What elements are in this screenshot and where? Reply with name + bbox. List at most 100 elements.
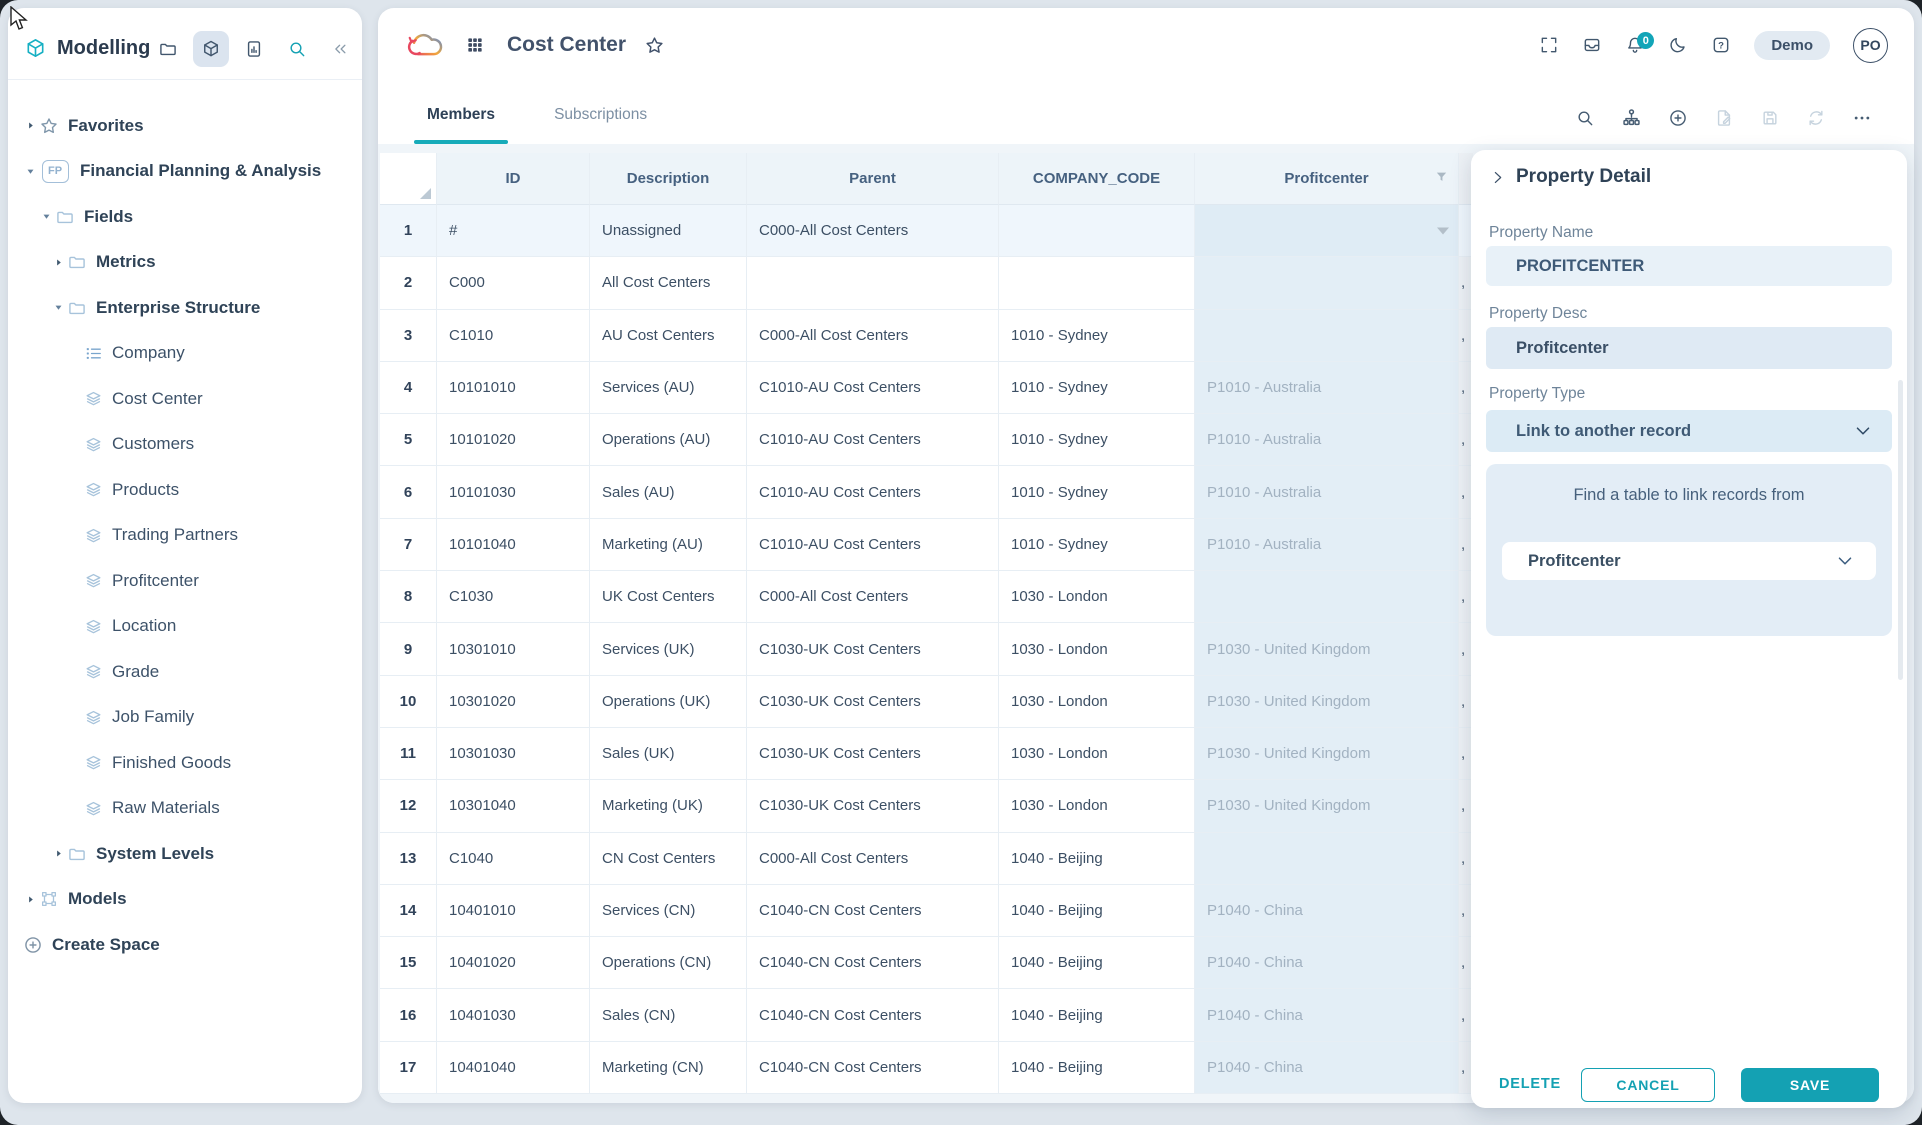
row-number-cell[interactable]: 17 — [380, 1042, 437, 1094]
fullscreen-button[interactable] — [1539, 35, 1559, 55]
row-number-cell[interactable]: 11 — [380, 728, 437, 780]
property-desc-input[interactable]: Profitcenter — [1486, 327, 1892, 369]
row-number-cell[interactable]: 3 — [380, 310, 437, 362]
id-cell[interactable]: C1010 — [437, 310, 590, 362]
row-number-cell[interactable]: 1 — [380, 205, 437, 257]
id-cell[interactable]: 10401030 — [437, 989, 590, 1041]
parent-cell[interactable]: C1010-AU Cost Centers — [747, 414, 999, 466]
filter-icon[interactable] — [1434, 169, 1449, 188]
row-number-cell[interactable]: 9 — [380, 623, 437, 675]
column-header-id[interactable]: ID — [437, 153, 590, 205]
id-cell[interactable]: C000 — [437, 257, 590, 309]
row-number-cell[interactable]: 2 — [380, 257, 437, 309]
row-number-cell[interactable]: 5 — [380, 414, 437, 466]
caret-right-icon[interactable] — [50, 848, 66, 859]
description-cell[interactable]: UK Cost Centers — [590, 571, 747, 623]
description-cell[interactable]: Marketing (AU) — [590, 519, 747, 571]
parent-cell[interactable]: C1030-UK Cost Centers — [747, 676, 999, 728]
help-button[interactable]: ? — [1711, 35, 1731, 55]
tab-subscriptions[interactable]: Subscriptions — [541, 106, 660, 144]
profitcenter-cell[interactable]: P1030 - United Kingdom — [1195, 780, 1459, 832]
description-cell[interactable]: Operations (AU) — [590, 414, 747, 466]
parent-cell[interactable]: C1010-AU Cost Centers — [747, 362, 999, 414]
caret-right-icon[interactable] — [22, 894, 38, 905]
description-cell[interactable]: Sales (AU) — [590, 466, 747, 518]
company-code-cell[interactable]: 1030 - London — [999, 571, 1195, 623]
profitcenter-cell[interactable]: P1010 - Australia — [1195, 414, 1459, 466]
company-code-cell[interactable]: 1040 - Beijing — [999, 989, 1195, 1041]
row-number-cell[interactable]: 4 — [380, 362, 437, 414]
caret-right-icon[interactable] — [22, 120, 38, 131]
caret-down-icon[interactable] — [22, 166, 38, 177]
id-cell[interactable]: C1040 — [437, 833, 590, 885]
description-cell[interactable]: Marketing (UK) — [590, 780, 747, 832]
id-cell[interactable]: 10401020 — [437, 937, 590, 989]
user-avatar[interactable]: PO — [1853, 28, 1888, 63]
sidebar-item-profitcenter[interactable]: Profitcenter — [8, 558, 362, 604]
sidebar-item-favorites[interactable]: Favorites — [8, 103, 362, 149]
parent-cell[interactable]: C1040-CN Cost Centers — [747, 989, 999, 1041]
id-cell[interactable]: 10401040 — [437, 1042, 590, 1094]
row-number-cell[interactable]: 14 — [380, 885, 437, 937]
parent-cell[interactable]: C1040-CN Cost Centers — [747, 885, 999, 937]
company-code-cell[interactable]: 1010 - Sydney — [999, 519, 1195, 571]
description-cell[interactable]: Services (UK) — [590, 623, 747, 675]
profitcenter-cell[interactable]: P1010 - Australia — [1195, 519, 1459, 571]
company-code-cell[interactable] — [999, 257, 1195, 309]
select-all-corner-cell[interactable] — [380, 153, 437, 205]
profitcenter-cell[interactable]: P1010 - Australia — [1195, 362, 1459, 414]
row-number-cell[interactable]: 7 — [380, 519, 437, 571]
sidebar-item-cost-center[interactable]: Cost Center — [8, 376, 362, 422]
sidebar-item-location[interactable]: Location — [8, 604, 362, 650]
sidebar-item-metrics[interactable]: Metrics — [8, 240, 362, 286]
sidebar-item-job-family[interactable]: Job Family — [8, 695, 362, 741]
description-cell[interactable]: Operations (CN) — [590, 937, 747, 989]
id-cell[interactable]: 10301030 — [437, 728, 590, 780]
tab-members[interactable]: Members — [414, 106, 508, 144]
description-cell[interactable]: All Cost Centers — [590, 257, 747, 309]
parent-cell[interactable] — [747, 257, 999, 309]
ellipsis-button[interactable] — [1852, 108, 1872, 128]
parent-cell[interactable]: C000-All Cost Centers — [747, 205, 999, 257]
profitcenter-cell[interactable] — [1195, 571, 1459, 623]
property-type-select[interactable]: Link to another record — [1486, 410, 1892, 452]
company-code-cell[interactable]: 1040 - Beijing — [999, 1042, 1195, 1094]
profitcenter-cell[interactable]: P1040 - China — [1195, 937, 1459, 989]
profitcenter-cell[interactable] — [1195, 257, 1459, 309]
profitcenter-cell[interactable]: P1040 - China — [1195, 885, 1459, 937]
row-number-cell[interactable]: 12 — [380, 780, 437, 832]
row-number-cell[interactable]: 10 — [380, 676, 437, 728]
delete-button[interactable]: DELETE — [1499, 1076, 1561, 1092]
sidebar-item-create-space[interactable]: Create Space — [8, 922, 362, 968]
description-cell[interactable]: Sales (CN) — [590, 989, 747, 1041]
id-cell[interactable]: 10101020 — [437, 414, 590, 466]
inbox-button[interactable] — [1582, 35, 1602, 55]
sidebar-item-models[interactable]: Models — [8, 877, 362, 923]
profitcenter-cell[interactable]: P1040 - China — [1195, 1042, 1459, 1094]
description-cell[interactable]: Marketing (CN) — [590, 1042, 747, 1094]
id-cell[interactable]: # — [437, 205, 590, 257]
collapse-button[interactable] — [322, 31, 358, 67]
company-code-cell[interactable]: 1030 - London — [999, 676, 1195, 728]
description-cell[interactable]: Unassigned — [590, 205, 747, 257]
description-cell[interactable]: Sales (UK) — [590, 728, 747, 780]
column-header-profitcenter[interactable]: Profitcenter — [1195, 153, 1459, 205]
parent-cell[interactable]: C000-All Cost Centers — [747, 833, 999, 885]
caret-down-icon[interactable] — [50, 302, 66, 313]
profitcenter-cell[interactable] — [1195, 205, 1459, 257]
profitcenter-cell[interactable] — [1195, 833, 1459, 885]
description-cell[interactable]: CN Cost Centers — [590, 833, 747, 885]
company-code-cell[interactable]: 1010 - Sydney — [999, 414, 1195, 466]
sidebar-item-trading-partners[interactable]: Trading Partners — [8, 513, 362, 559]
row-number-cell[interactable]: 8 — [380, 571, 437, 623]
sidebar-item-customers[interactable]: Customers — [8, 422, 362, 468]
environment-badge[interactable]: Demo — [1754, 31, 1830, 60]
company-code-cell[interactable]: 1010 - Sydney — [999, 466, 1195, 518]
company-code-cell[interactable]: 1030 - London — [999, 623, 1195, 675]
sidebar-item-enterprise-structure[interactable]: Enterprise Structure — [8, 285, 362, 331]
company-code-cell[interactable]: 1010 - Sydney — [999, 310, 1195, 362]
profitcenter-cell[interactable]: P1010 - Australia — [1195, 466, 1459, 518]
moon-button[interactable] — [1668, 35, 1688, 55]
profitcenter-cell[interactable]: P1040 - China — [1195, 989, 1459, 1041]
row-number-cell[interactable]: 13 — [380, 833, 437, 885]
